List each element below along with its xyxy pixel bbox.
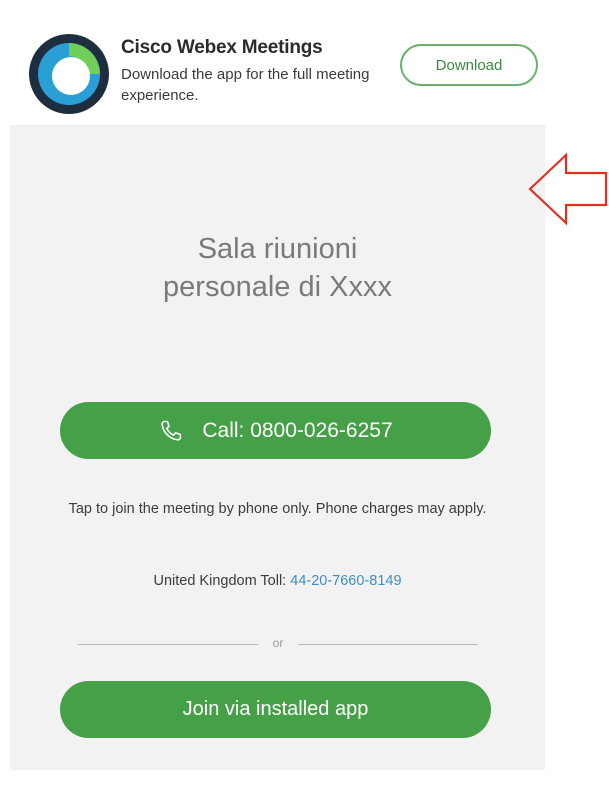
phone-info-text: Tap to join the meeting by phone only. P… <box>68 501 487 517</box>
call-button[interactable]: Call: 0800-026-6257 <box>60 402 491 459</box>
or-divider: or <box>78 634 478 654</box>
call-button-label: Call: 0800-026-6257 <box>202 418 393 442</box>
meeting-panel: Sala riunioni personale di Xxxx Call: 08… <box>10 125 545 770</box>
phone-icon <box>161 420 182 441</box>
toll-number-link[interactable]: 44-20-7660-8149 <box>290 573 401 589</box>
divider-text: or <box>272 636 284 650</box>
webex-logo-icon <box>29 34 109 114</box>
toll-line: United Kingdom Toll: 44-20-7660-8149 <box>10 573 545 589</box>
join-app-button[interactable]: Join via installed app <box>60 681 491 738</box>
app-description: Download the app for the full meeting ex… <box>121 66 370 104</box>
room-title: Sala riunioni personale di Xxxx <box>10 230 545 306</box>
room-title-line1: Sala riunioni <box>197 233 358 265</box>
left-arrow-icon <box>528 152 608 226</box>
app-download-banner: Cisco Webex Meetings Download the app fo… <box>10 10 545 125</box>
room-title-line2: personale di Xxxx <box>163 271 392 303</box>
download-button[interactable]: Download <box>400 44 538 86</box>
app-name: Cisco Webex Meetings <box>121 37 323 58</box>
webex-join-screen: Cisco Webex Meetings Download the app fo… <box>0 0 609 789</box>
toll-label: United Kingdom Toll: <box>153 573 287 589</box>
divider-line-right <box>298 644 478 645</box>
